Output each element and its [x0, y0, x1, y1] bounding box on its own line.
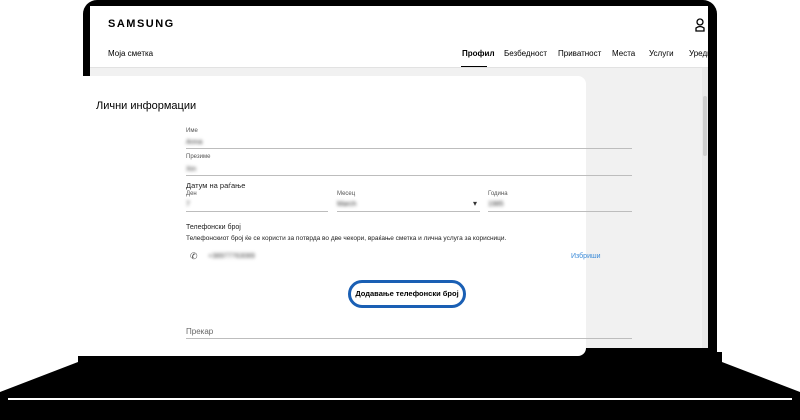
year-underline: [488, 211, 632, 212]
last-name-label: Презиме: [186, 154, 211, 160]
tab-security[interactable]: Безбедност: [504, 49, 547, 58]
month-label: Месец: [337, 191, 356, 197]
phone-description: Телефонскиот број ќе се користи за потвр…: [186, 235, 507, 242]
phone-number: +38977763089: [208, 253, 255, 260]
day-field[interactable]: 7: [186, 201, 190, 208]
year-field[interactable]: 1985: [488, 201, 504, 208]
tab-privacy[interactable]: Приватност: [558, 49, 601, 58]
phone-icon: ✆: [190, 251, 198, 261]
personal-info-card: [56, 76, 586, 356]
day-label: Ден: [186, 191, 197, 197]
first-name-label: Име: [186, 128, 198, 134]
samsung-logo[interactable]: SAMSUNG: [108, 18, 175, 30]
last-name-field[interactable]: Xin: [186, 166, 196, 173]
nickname-label: Прекар: [186, 327, 214, 336]
dob-label: Датум на раѓање: [186, 181, 246, 190]
laptop-base: [0, 362, 800, 420]
add-phone-button[interactable]: Додавање телефонски број: [348, 280, 466, 308]
tab-profile[interactable]: Профил: [462, 49, 495, 58]
month-underline: [337, 211, 480, 212]
day-underline: [186, 211, 328, 212]
user-icon[interactable]: [695, 18, 705, 32]
first-name-field[interactable]: Anna: [186, 139, 202, 146]
first-name-underline: [186, 148, 632, 149]
delete-phone-link[interactable]: Избриши: [571, 253, 601, 260]
add-phone-button-label: Додавање телефонски број: [355, 289, 459, 298]
main-nav: Профил Безбедност Приватност Места Услуг…: [90, 49, 708, 68]
tab-services[interactable]: Услуги: [649, 49, 674, 58]
chevron-down-icon[interactable]: ▾: [473, 199, 477, 208]
phone-label: Телефонски број: [186, 224, 241, 231]
section-title: Лични информации: [96, 100, 197, 112]
scrollbar-thumb[interactable]: [703, 96, 707, 156]
month-select[interactable]: March: [337, 201, 356, 208]
year-label: Година: [488, 191, 508, 197]
tab-places[interactable]: Места: [612, 49, 635, 58]
nickname-underline[interactable]: [186, 338, 632, 339]
top-bar: SAMSUNG Моја сметка Профил Безбедност Пр…: [90, 6, 708, 68]
last-name-underline: [186, 175, 632, 176]
tab-devices[interactable]: Уреди: [689, 49, 708, 58]
